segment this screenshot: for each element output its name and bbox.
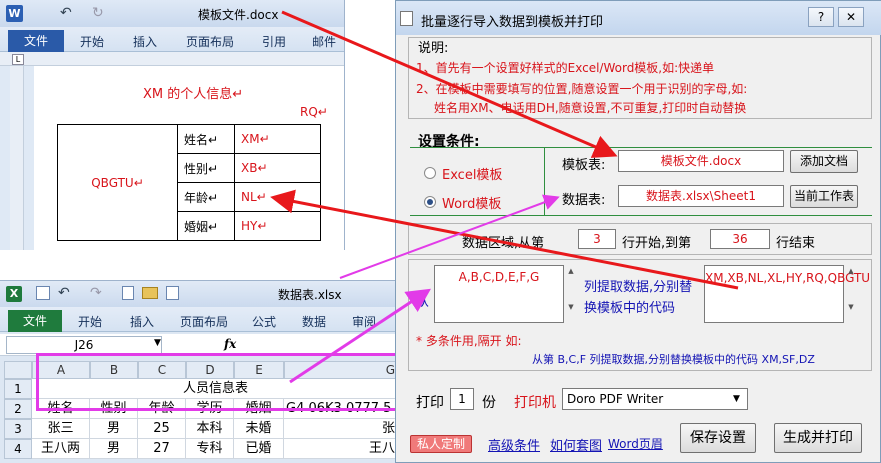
arrow-data-file bbox=[339, 194, 560, 279]
arrow-template-file bbox=[281, 10, 618, 158]
arrow-codes-to-doc bbox=[270, 189, 739, 290]
arrow-data-columns bbox=[289, 288, 432, 384]
annotation-arrows bbox=[270, 10, 739, 384]
